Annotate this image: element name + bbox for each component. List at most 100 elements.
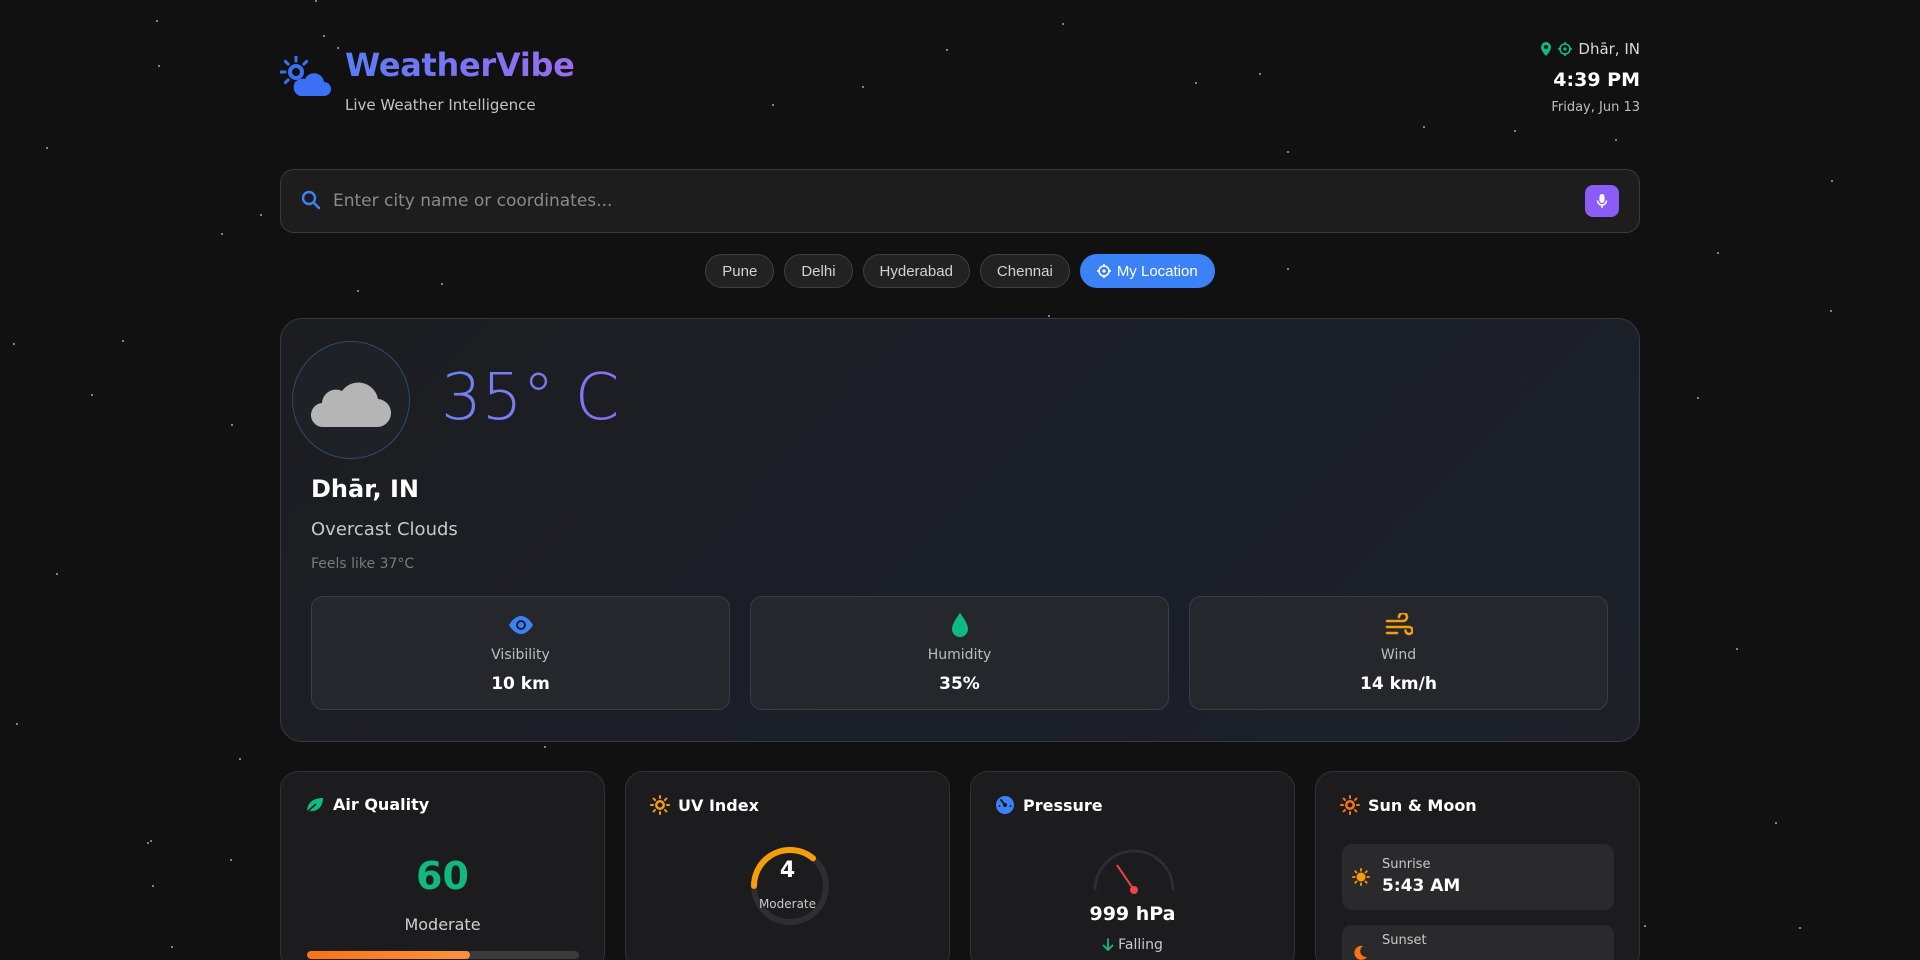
aqi-progress-bar <box>307 951 579 959</box>
star <box>56 573 58 575</box>
card-title: Pressure <box>1023 795 1103 815</box>
pressure-value: 999 hPa <box>1089 903 1176 925</box>
city-chip-chennai[interactable]: Chennai <box>979 254 1070 288</box>
cloud-icon <box>310 382 392 428</box>
eye-icon <box>508 616 533 634</box>
uv-value: 4 <box>779 858 796 883</box>
header-time: 4:39 PM <box>1553 69 1640 91</box>
star <box>122 340 124 342</box>
star <box>152 885 154 887</box>
pressure-card: Pressure 999 hPa Falling <box>970 771 1295 960</box>
star <box>221 233 223 235</box>
voice-search-button[interactable] <box>1585 185 1619 217</box>
search-input[interactable] <box>333 170 1533 232</box>
star <box>1775 822 1777 824</box>
weather-icon-container <box>292 341 410 459</box>
chip-label: Pune <box>722 262 758 280</box>
aqi-value: 60 <box>416 854 469 898</box>
city-chip-hyderabad[interactable]: Hyderabad <box>862 254 970 288</box>
pressure-trend: Falling <box>971 937 1294 953</box>
feels-like: Feels like 37°C <box>311 556 415 572</box>
crosshair-icon <box>1558 42 1573 56</box>
chip-label: Chennai <box>996 262 1053 280</box>
star <box>1799 927 1801 929</box>
star <box>357 290 359 292</box>
stat-visibility: Visibility 10 km <box>311 596 730 710</box>
star <box>239 758 241 760</box>
map-pin-icon <box>1541 42 1552 56</box>
gauge-icon <box>996 796 1014 814</box>
star <box>1831 180 1833 182</box>
uv-gauge <box>751 847 829 925</box>
card-title: Air Quality <box>333 795 430 814</box>
star <box>544 746 546 748</box>
app-container: WeatherVibe Live Weather Intelligence Dh… <box>280 0 1640 960</box>
city-chip-delhi[interactable]: Delhi <box>784 254 853 288</box>
sun-icon <box>650 795 670 815</box>
star <box>91 394 93 396</box>
star <box>1048 315 1050 317</box>
sunset-row: Sunset <box>1342 925 1614 960</box>
stat-value: 35% <box>939 674 980 694</box>
stat-wind: Wind 14 km/h <box>1189 596 1608 710</box>
stat-value: 10 km <box>491 674 550 694</box>
arrow-down-icon <box>1102 938 1114 952</box>
card-title: Sun & Moon <box>1368 795 1477 815</box>
weather-logo-icon <box>280 56 331 96</box>
star <box>231 424 233 426</box>
city-chip-pune[interactable]: Pune <box>705 254 775 288</box>
app-title: WeatherVibe <box>345 46 575 84</box>
stat-value: 14 km/h <box>1360 674 1437 694</box>
star <box>1644 925 1646 927</box>
my-location-button[interactable]: My Location <box>1079 254 1215 288</box>
star <box>16 723 18 725</box>
uv-index-card: UV Index 4 Moderate <box>625 771 950 960</box>
stat-label: Wind <box>1380 647 1417 663</box>
wind-icon <box>1385 613 1413 636</box>
header: WeatherVibe Live Weather Intelligence Dh… <box>280 0 1640 160</box>
star <box>46 147 48 149</box>
sunrise-time: 5:43 AM <box>1382 876 1461 896</box>
star <box>1736 648 1738 650</box>
stat-label: Visibility <box>491 647 550 663</box>
star <box>150 840 152 842</box>
star <box>230 859 232 861</box>
sun-icon <box>1340 795 1360 815</box>
aqi-label: Moderate <box>404 915 481 934</box>
droplet-icon <box>951 613 968 637</box>
star <box>147 842 149 844</box>
moon-icon <box>1354 945 1367 960</box>
star <box>171 946 173 948</box>
search-bar <box>280 169 1640 233</box>
chip-label: My Location <box>1116 262 1198 280</box>
star <box>260 214 262 216</box>
star <box>1830 310 1832 312</box>
chip-label: Delhi <box>801 262 836 280</box>
star <box>1717 252 1719 254</box>
pressure-trend-label: Falling <box>1118 937 1163 953</box>
microphone-icon <box>1596 194 1608 208</box>
weather-condition: Overcast Clouds <box>311 519 458 540</box>
star <box>13 343 15 345</box>
weather-stats: Visibility 10 km Humidity 35% Wind 14 km… <box>311 596 1608 710</box>
sun-moon-card: Sun & Moon Sunrise 5:43 AM Sunset <box>1315 771 1640 960</box>
sunset-label: Sunset <box>1382 933 1427 948</box>
aqi-progress-fill <box>307 951 471 959</box>
sunrise-label: Sunrise <box>1382 857 1431 872</box>
star <box>158 65 160 67</box>
stat-humidity: Humidity 35% <box>750 596 1169 710</box>
leaf-icon <box>306 797 323 813</box>
header-location: Dhār, IN <box>1540 40 1640 58</box>
uv-label: Moderate <box>758 897 817 911</box>
sunrise-icon <box>1352 868 1370 886</box>
header-info: Dhār, IN 4:39 PM Friday, Jun 13 <box>1540 40 1640 115</box>
current-temperature: 35° C <box>441 361 620 435</box>
air-quality-card: Air Quality 60 Moderate <box>280 771 605 960</box>
stat-label: Humidity <box>927 647 992 663</box>
current-weather-card: 35° C Dhār, IN Overcast Clouds Feels lik… <box>280 318 1640 742</box>
current-city: Dhār, IN <box>311 475 419 503</box>
pressure-gauge <box>1093 849 1175 894</box>
header-location-text: Dhār, IN <box>1578 40 1640 58</box>
star <box>1697 397 1699 399</box>
app-tagline: Live Weather Intelligence <box>345 96 536 114</box>
